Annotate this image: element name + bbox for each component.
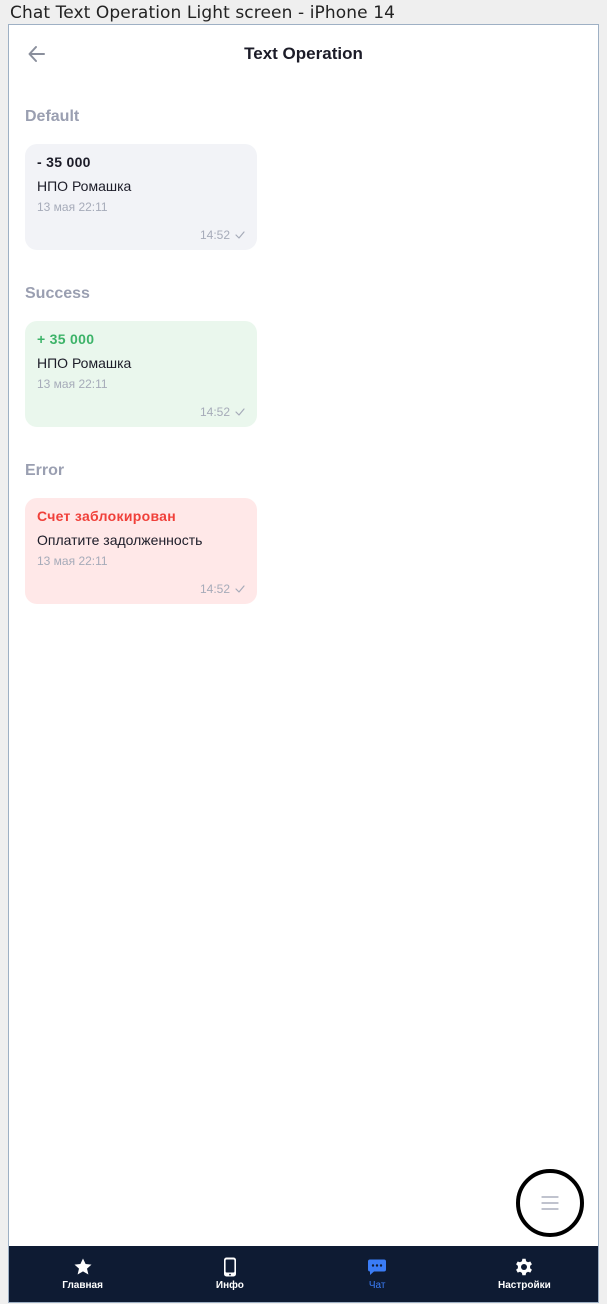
operation-amount: Счет заблокирован — [37, 508, 177, 524]
tab-label: Инфо — [215, 1280, 244, 1291]
message-time: 14:52 — [199, 582, 230, 596]
message-meta: 14:52 — [200, 228, 245, 242]
operation-company: НПО Ромашка — [37, 355, 132, 371]
phone-icon — [223, 1257, 236, 1277]
frame-title: Chat Text Operation Light screen - iPhon… — [10, 3, 396, 23]
check-icon — [235, 408, 245, 416]
message-meta: 14:52 — [200, 582, 245, 596]
gear-icon — [516, 1258, 533, 1276]
operation-company: НПО Ромашка — [37, 178, 132, 194]
tab-home[interactable]: Главная — [9, 1246, 156, 1302]
operation-bubble-success[interactable]: + 35 000 НПО Ромашка 13 мая 22:11 14:52 — [25, 321, 257, 427]
tab-label: Настройки — [497, 1280, 551, 1291]
tab-chat[interactable]: Чат — [304, 1246, 451, 1302]
menu-icon — [541, 1196, 559, 1210]
section-label-success: Success — [25, 285, 90, 302]
operation-amount: - 35 000 — [37, 154, 91, 170]
phone-screen: Text Operation Default - 35 000 НПО Рома… — [8, 24, 599, 1303]
operation-date: 13 мая 22:11 — [37, 554, 108, 568]
operation-date: 13 мая 22:11 — [37, 200, 108, 214]
operation-date: 13 мая 22:11 — [37, 377, 108, 391]
tab-label: Главная — [62, 1280, 103, 1291]
operation-amount: + 35 000 — [37, 331, 95, 347]
tab-settings[interactable]: Настройки — [451, 1246, 598, 1302]
tab-label: Чат — [368, 1280, 386, 1291]
menu-fab-button[interactable] — [516, 1169, 584, 1237]
header: Text Operation — [9, 25, 598, 83]
check-icon — [235, 585, 245, 593]
bottom-tab-bar: Главная Инфо Чат Настройки — [9, 1246, 598, 1302]
section-label-error: Error — [25, 462, 65, 479]
message-time: 14:52 — [199, 228, 230, 242]
message-meta: 14:52 — [200, 405, 245, 419]
page-title: Text Operation — [244, 44, 363, 63]
chat-icon — [368, 1259, 387, 1275]
operation-bubble-default[interactable]: - 35 000 НПО Ромашка 13 мая 22:11 14:52 — [25, 144, 257, 250]
operation-company: Оплатите задолженность — [37, 532, 203, 548]
tab-info[interactable]: Инфо — [156, 1246, 303, 1302]
message-time: 14:52 — [199, 405, 230, 419]
check-icon — [235, 231, 245, 239]
section-label-default: Default — [25, 108, 80, 125]
star-icon — [74, 1258, 92, 1275]
operation-bubble-error[interactable]: Счет заблокирован Оплатите задолженность… — [25, 498, 257, 604]
